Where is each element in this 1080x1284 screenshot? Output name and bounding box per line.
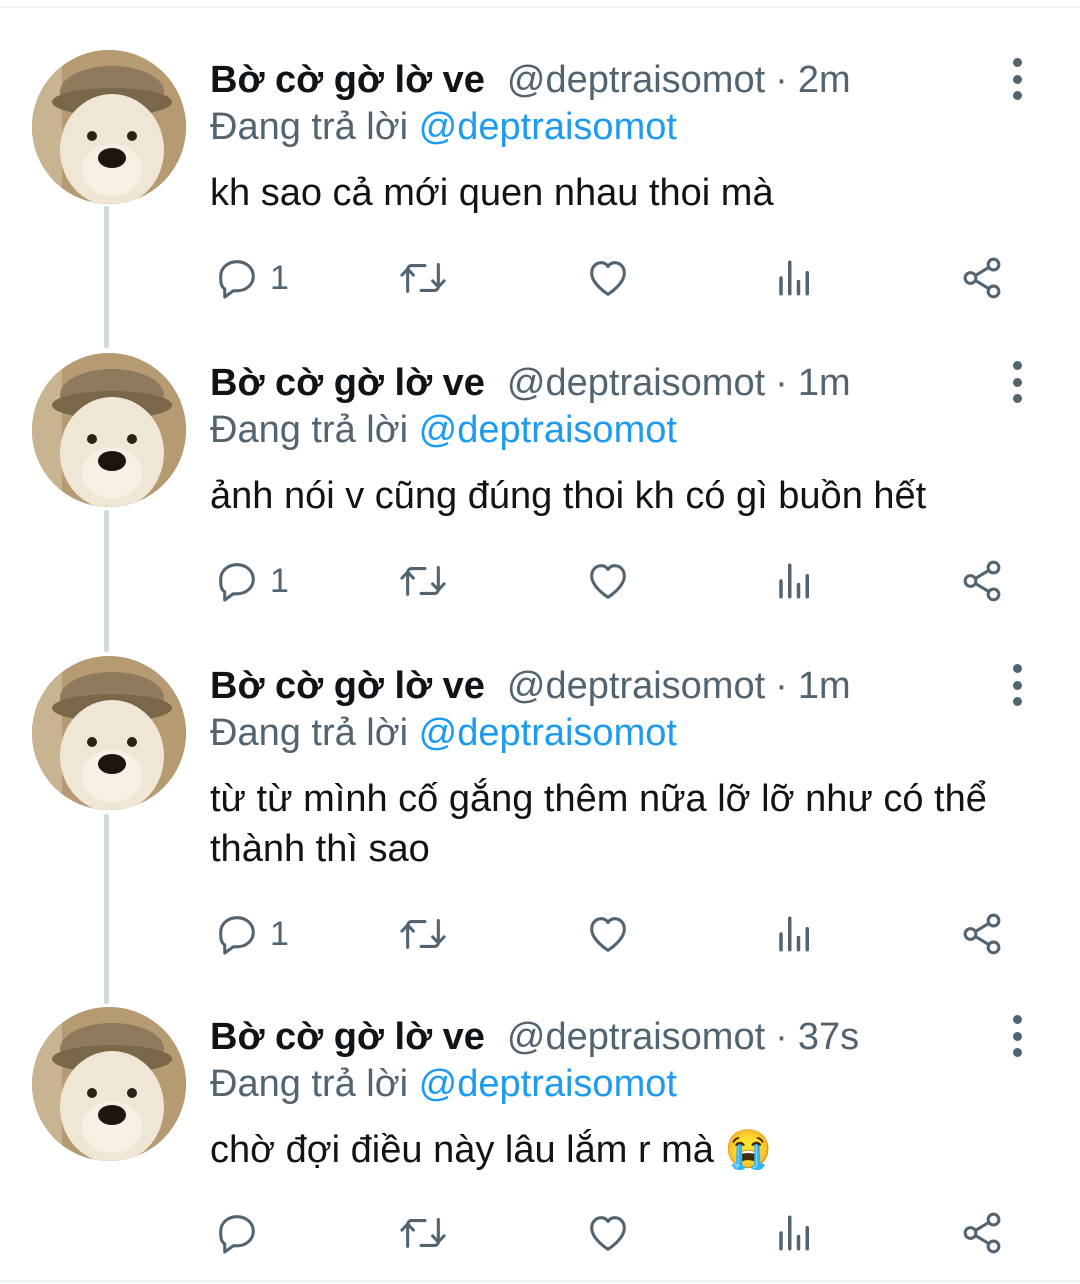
mention-link[interactable]: @deptraisomot — [419, 1063, 677, 1105]
reply-icon — [219, 916, 255, 955]
thread-line — [104, 510, 109, 652]
retweet-icon — [400, 919, 446, 949]
tweet-actions: 1 — [210, 908, 1020, 960]
retweet-button[interactable] — [398, 1207, 448, 1259]
separator-dot: · — [775, 664, 788, 707]
tweet-actions: 1 — [210, 252, 1020, 304]
reply-count: 1 — [270, 914, 289, 953]
reply-icon — [219, 260, 255, 299]
replying-to: Đang trả lời @deptraisomot — [210, 1063, 677, 1106]
like-icon — [590, 917, 626, 952]
share-icon — [963, 913, 1001, 955]
replying-to: Đang trả lời @deptraisomot — [210, 106, 677, 149]
retweet-button[interactable] — [398, 908, 448, 960]
like-icon — [590, 1216, 626, 1251]
retweet-button[interactable] — [398, 252, 448, 304]
avatar[interactable] — [32, 353, 186, 507]
user-handle[interactable]: @deptraisomot — [507, 362, 765, 405]
reply-count: 1 — [270, 561, 289, 600]
share-icon — [963, 1212, 1001, 1254]
analytics-button[interactable] — [774, 1207, 816, 1259]
like-button[interactable] — [584, 908, 632, 960]
analytics-button[interactable] — [774, 252, 816, 304]
display-name[interactable]: Bờ cờ gờ lờ ve — [210, 1016, 485, 1059]
replying-to: Đang trả lời @deptraisomot — [210, 712, 677, 755]
tweet-actions: 1 — [210, 555, 1020, 607]
replying-prefix: Đang trả lời — [210, 712, 409, 754]
mention-link[interactable]: @deptraisomot — [419, 409, 677, 451]
top-divider — [0, 6, 1080, 8]
share-button[interactable] — [958, 252, 1006, 304]
replying-to: Đang trả lời @deptraisomot — [210, 409, 677, 452]
analytics-icon — [779, 916, 809, 952]
reply-button[interactable]: 1 — [214, 252, 289, 304]
share-button[interactable] — [958, 908, 1006, 960]
tweet-text: từ từ mình cố gắng thêm nữa lỡ lỡ như có… — [210, 778, 987, 870]
timestamp[interactable]: 1m — [798, 665, 851, 708]
more-icon[interactable] — [1000, 1015, 1034, 1057]
reply-button[interactable] — [214, 1207, 270, 1259]
more-icon[interactable] — [1000, 361, 1034, 403]
retweet-icon — [400, 566, 446, 596]
timestamp[interactable]: 2m — [798, 59, 851, 102]
mention-link[interactable]: @deptraisomot — [419, 712, 677, 754]
more-icon[interactable] — [1000, 58, 1034, 100]
avatar[interactable] — [32, 50, 186, 204]
thread-line — [104, 206, 109, 348]
tweet-header: Bờ cờ gờ lờ ve @deptraisomot · 1m — [210, 660, 851, 712]
share-button[interactable] — [958, 555, 1006, 607]
tweet-header: Bờ cờ gờ lờ ve @deptraisomot · 1m — [210, 357, 851, 409]
tweet-header: Bờ cờ gờ lờ ve @deptraisomot · 2m — [210, 54, 851, 106]
tweet-text: ảnh nói v cũng đúng thoi kh có gì buồn h… — [210, 475, 927, 517]
replying-prefix: Đang trả lời — [210, 409, 409, 451]
replying-prefix: Đang trả lời — [210, 106, 409, 148]
replying-prefix: Đang trả lời — [210, 1063, 409, 1105]
like-icon — [590, 261, 626, 296]
share-button[interactable] — [958, 1207, 1006, 1259]
separator-dot: · — [775, 1015, 788, 1058]
tweet-text: kh sao cả mới quen nhau thoi mà — [210, 172, 774, 214]
share-icon — [963, 257, 1001, 299]
tweet-text: chờ đợi điều này lâu lắm r mà 😭 — [210, 1129, 772, 1171]
reply-button[interactable]: 1 — [214, 908, 289, 960]
analytics-icon — [779, 1215, 809, 1251]
reply-icon — [219, 1215, 255, 1254]
avatar[interactable] — [32, 656, 186, 810]
tweet-actions — [210, 1207, 1020, 1259]
share-icon — [963, 560, 1001, 602]
timestamp[interactable]: 37s — [798, 1016, 859, 1059]
thread-line — [104, 814, 109, 1004]
reply-count: 1 — [270, 258, 289, 297]
like-icon — [590, 564, 626, 599]
analytics-button[interactable] — [774, 908, 816, 960]
analytics-icon — [779, 260, 809, 296]
retweet-icon — [400, 1218, 446, 1248]
display-name[interactable]: Bờ cờ gờ lờ ve — [210, 59, 485, 102]
avatar[interactable] — [32, 1007, 186, 1161]
like-button[interactable] — [584, 555, 632, 607]
reply-button[interactable]: 1 — [214, 555, 289, 607]
tweet-header: Bờ cờ gờ lờ ve @deptraisomot · 37s — [210, 1011, 859, 1063]
bottom-divider — [0, 1280, 1080, 1282]
analytics-button[interactable] — [774, 555, 816, 607]
retweet-icon — [400, 263, 446, 293]
display-name[interactable]: Bờ cờ gờ lờ ve — [210, 362, 485, 405]
retweet-button[interactable] — [398, 555, 448, 607]
more-icon[interactable] — [1000, 664, 1034, 706]
like-button[interactable] — [584, 252, 632, 304]
display-name[interactable]: Bờ cờ gờ lờ ve — [210, 665, 485, 708]
user-handle[interactable]: @deptraisomot — [507, 59, 765, 102]
user-handle[interactable]: @deptraisomot — [507, 665, 765, 708]
mention-link[interactable]: @deptraisomot — [419, 106, 677, 148]
like-button[interactable] — [584, 1207, 632, 1259]
separator-dot: · — [775, 361, 788, 404]
analytics-icon — [779, 563, 809, 599]
timestamp[interactable]: 1m — [798, 362, 851, 405]
reply-icon — [219, 563, 255, 602]
separator-dot: · — [775, 58, 788, 101]
user-handle[interactable]: @deptraisomot — [507, 1016, 765, 1059]
